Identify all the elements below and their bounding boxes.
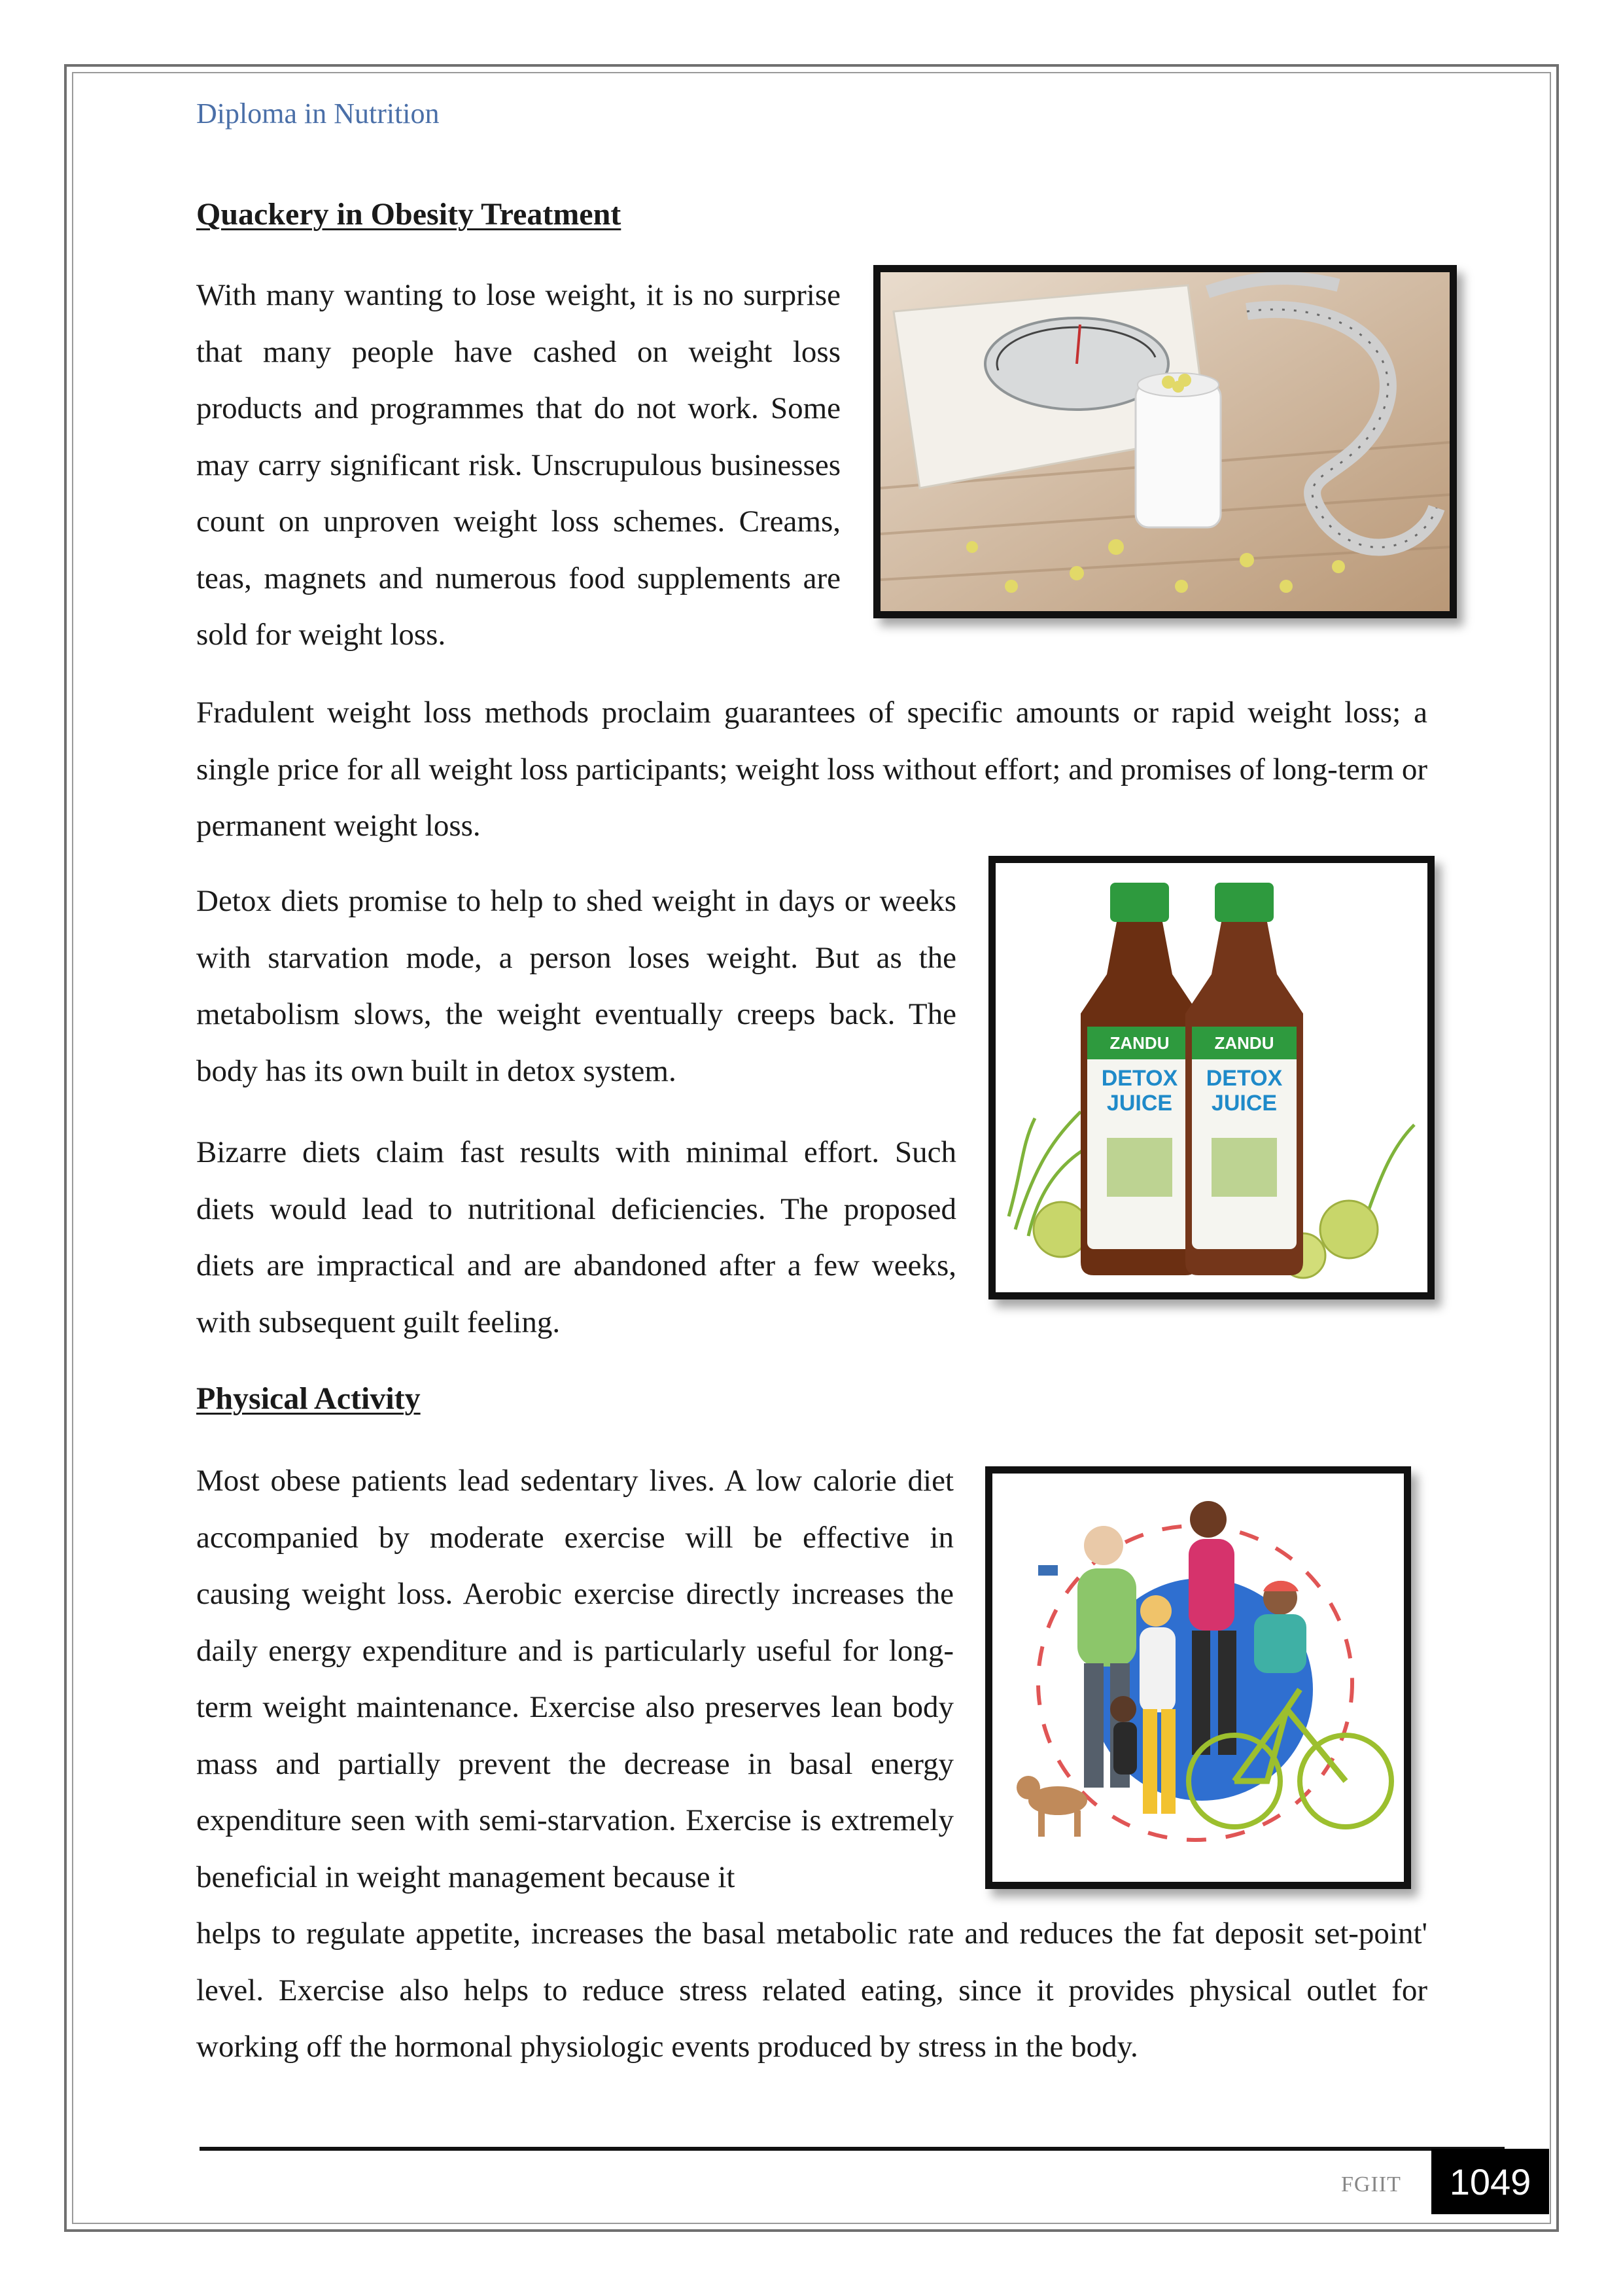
paragraph-detox-diets: Detox diets promise to help to shed weig…	[196, 884, 956, 1088]
paragraph-fraudulent-methods: Fradulent weight loss methods proclaim g…	[196, 696, 1427, 843]
bottle-label-juice-2: JUICE	[1212, 1091, 1277, 1116]
detox-juice-image: ZANDU DETOX JUICE ZANDU DETOX JUICE	[988, 856, 1435, 1299]
family-exercise-illustration	[992, 1474, 1404, 1882]
bottle-brand-2: ZANDU	[1215, 1033, 1274, 1053]
bottle-brand-1: ZANDU	[1110, 1033, 1170, 1053]
footer-org-name: FGIIT	[1341, 2172, 1401, 2197]
running-header: Diploma in Nutrition	[196, 97, 440, 130]
scale-pills-illustration	[881, 272, 1450, 611]
weight-loss-scale-image	[873, 265, 1457, 618]
section-heading-quackery: Quackery in Obesity Treatment	[196, 197, 621, 232]
detox-juice-bottles-illustration: ZANDU DETOX JUICE ZANDU DETOX JUICE	[996, 863, 1427, 1292]
paragraph-bizarre-diets: Bizarre diets claim fast results with mi…	[196, 1135, 956, 1339]
page-number: 1049	[1431, 2149, 1549, 2214]
paragraph-exercise-full: helps to regulate appetite, increases th…	[196, 1916, 1427, 2064]
paragraph-intro: With many wanting to lose weight, it is …	[196, 278, 841, 652]
bottle-label-detox-2: DETOX	[1206, 1066, 1283, 1091]
bottle-label-detox-1: DETOX	[1102, 1066, 1178, 1091]
physical-activity-image	[985, 1466, 1411, 1889]
footer-rule	[200, 2147, 1505, 2151]
section-heading-physical-activity: Physical Activity	[196, 1381, 421, 1416]
paragraph-exercise-wrapped: Most obese patients lead sedentary lives…	[196, 1464, 954, 1894]
bottle-label-juice-1: JUICE	[1107, 1091, 1172, 1116]
